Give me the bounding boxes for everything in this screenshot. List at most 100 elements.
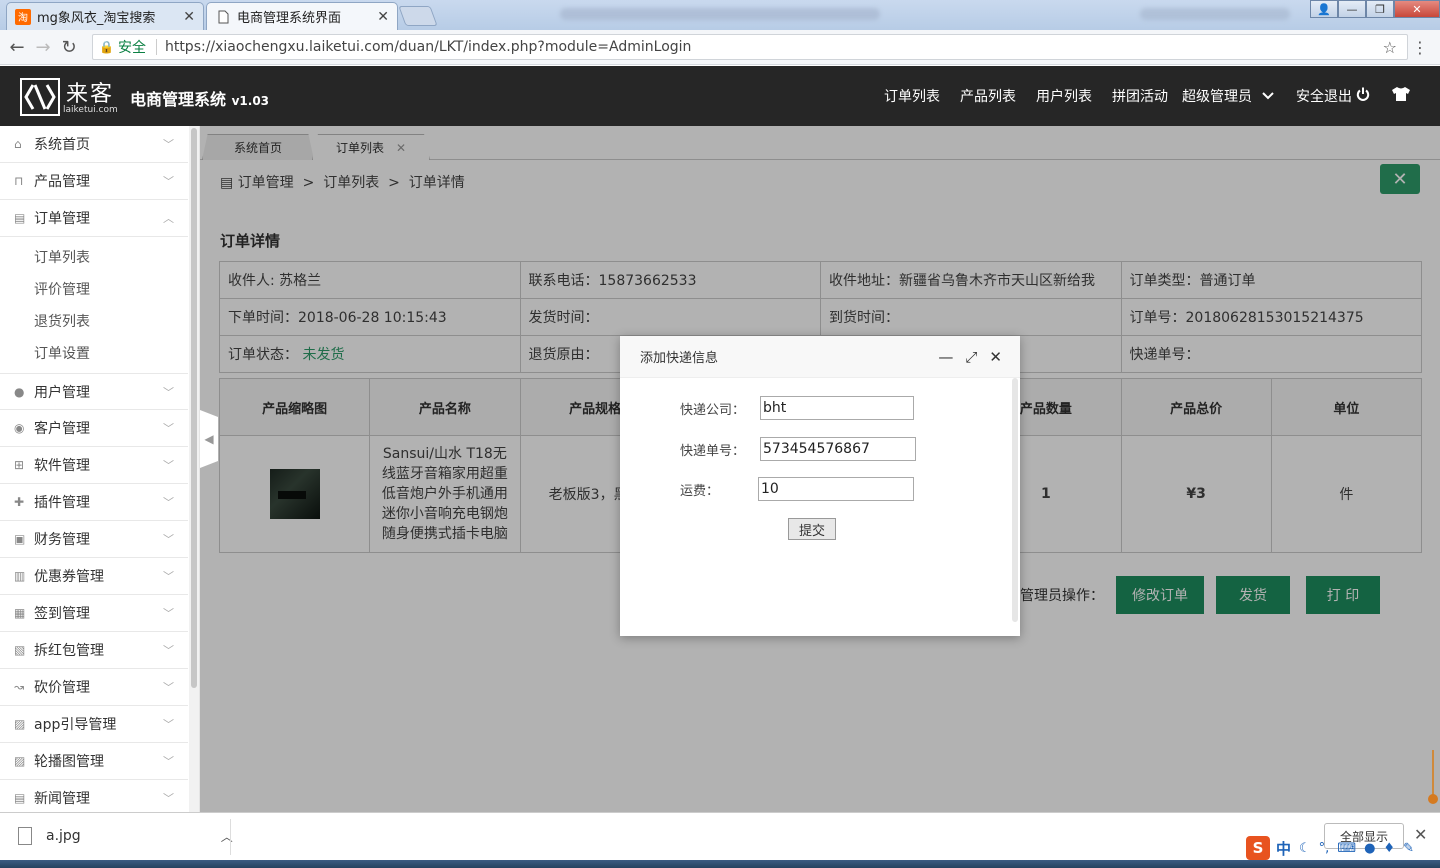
chevron-up-icon: ︿ (163, 212, 174, 225)
app-title-text: 电商管理系统 (130, 90, 227, 109)
sidebar-subitem-reviews[interactable]: 评价管理 (0, 273, 188, 305)
express-company-input[interactable]: bht (760, 396, 914, 420)
browser-tab-admin[interactable]: 电商管理系统界面 ✕ (206, 2, 398, 30)
wrench-icon[interactable]: ✎ (1403, 841, 1414, 856)
submit-button[interactable]: 提交 (788, 518, 836, 540)
sidebar-item-app-guide[interactable]: ▨ app引导管理 ﹀ (0, 706, 188, 743)
window-title-blur (1140, 8, 1290, 20)
close-icon[interactable]: ✕ (989, 348, 1002, 366)
freight-input[interactable]: 10 (758, 477, 914, 501)
nav-user-list[interactable]: 用户列表 (1036, 86, 1092, 106)
minimize-icon[interactable]: — (1338, 0, 1366, 18)
chevron-down-icon: ﹀ (163, 533, 174, 546)
ime-chinese-mode[interactable]: 中 (1276, 838, 1291, 859)
customer-icon: ◉ (14, 421, 25, 435)
ime-toolbar: S 中 ☾ °, ⌨ ● ♦ ✎ (1246, 835, 1436, 861)
close-tab-icon[interactable]: ✕ (377, 9, 389, 25)
close-window-icon[interactable]: ✕ (1394, 0, 1440, 18)
nav-logout[interactable]: 安全退出 (1296, 86, 1352, 106)
sidebar-item-redpacket[interactable]: ▧ 拆红包管理 ﹀ (0, 632, 188, 669)
sidebar-collapse-button[interactable]: ◀ (200, 410, 218, 468)
maximize-icon[interactable]: ❐ (1366, 0, 1394, 18)
lock-icon: 🔒 (99, 40, 114, 54)
sidebar-item-orders[interactable]: ▤ 订单管理 ︿ (0, 200, 188, 237)
nav-group-buy[interactable]: 拼团活动 (1112, 86, 1168, 106)
sidebar-subitem-order-settings[interactable]: 订单设置 (0, 337, 188, 369)
punctuation-icon[interactable]: °, (1319, 841, 1330, 856)
sidebar-item-customers[interactable]: ◉ 客户管理 ﹀ (0, 410, 188, 447)
field-row-company: 快递公司： bht (680, 396, 914, 420)
sidebar-subitem-returns[interactable]: 退货列表 (0, 305, 188, 337)
page-favicon-icon (215, 9, 231, 25)
chevron-down-icon: ﹀ (163, 607, 174, 620)
sidebar-item-plugins[interactable]: ✚ 插件管理 ﹀ (0, 484, 188, 521)
app-header: 来客 laiketui.com 电商管理系统 v1.03 订单列表 产品列表 用… (0, 66, 1440, 126)
sogou-icon[interactable]: S (1246, 836, 1270, 860)
shirt-icon[interactable] (1392, 87, 1410, 105)
chevron-down-icon: ﹀ (163, 755, 174, 768)
chevron-left-icon: ◀ (204, 432, 214, 446)
power-icon[interactable] (1356, 87, 1370, 105)
app-version: v1.03 (231, 94, 270, 108)
sidebar-item-carousel[interactable]: ▨ 轮播图管理 ﹀ (0, 743, 188, 780)
browser-tab-taobao[interactable]: 淘 mg象风衣_淘宝搜索 ✕ (6, 2, 204, 30)
address-bar-row: ← → ↻ 🔒 安全 https://xiaochengxu.laiketui.… (0, 30, 1440, 65)
sidebar-item-finance[interactable]: ▣ 财务管理 ﹀ (0, 521, 188, 558)
sidebar-item-label: 产品管理 (34, 174, 90, 190)
user-icon[interactable]: 👤 (1310, 0, 1338, 18)
sidebar-item-news[interactable]: ▤ 新闻管理 ﹀ (0, 780, 188, 812)
url-input[interactable]: 🔒 安全 https://xiaochengxu.laiketui.com/du… (92, 34, 1408, 60)
scrollbar-thumb[interactable] (191, 128, 197, 688)
finance-icon: ▣ (14, 532, 26, 546)
bargain-icon: ↝ (14, 680, 25, 694)
divider (155, 39, 157, 55)
nav-order-list[interactable]: 订单列表 (884, 86, 940, 106)
sidebar-item-users[interactable]: ● 用户管理 ﹀ (0, 373, 188, 410)
sidebar-item-coupons[interactable]: ▥ 优惠券管理 ﹀ (0, 558, 188, 595)
dialog-scrollbar[interactable] (1012, 378, 1018, 622)
sidebar-item-label: 用户管理 (34, 384, 90, 401)
forward-icon[interactable]: → (30, 37, 56, 58)
sidebar-item-home[interactable]: ⌂ 系统首页 ﹀ (0, 126, 188, 163)
sidebar-item-products[interactable]: ⊓ 产品管理 ﹀ (0, 163, 188, 200)
sidebar-item-signin[interactable]: ▦ 签到管理 ﹀ (0, 595, 188, 632)
maximize-icon[interactable]: ⤢ (965, 348, 977, 366)
user-icon[interactable]: ● (1364, 841, 1375, 856)
reload-icon[interactable]: ↻ (56, 37, 82, 58)
indicator-knob (1428, 794, 1438, 804)
sidebar-item-label: 财务管理 (34, 532, 90, 548)
add-express-dialog: 添加快递信息 — ⤢ ✕ 快递公司： bht 快递单号： 57345457686… (620, 336, 1020, 636)
close-tab-icon[interactable]: ✕ (183, 9, 195, 25)
sidebar-item-software[interactable]: ⊞ 软件管理 ﹀ (0, 447, 188, 484)
shirt-icon[interactable]: ♦ (1383, 841, 1395, 856)
field-label: 快递单号： (680, 443, 746, 459)
bookmark-star-icon[interactable]: ☆ (1383, 38, 1397, 57)
keyboard-icon[interactable]: ⌨ (1337, 841, 1356, 856)
nav-product-list[interactable]: 产品列表 (960, 86, 1016, 106)
new-tab-button[interactable] (398, 6, 438, 26)
sidebar-item-label: 砍价管理 (34, 680, 90, 696)
field-label: 快递公司： (680, 402, 746, 418)
chevron-down-icon[interactable] (1262, 88, 1274, 104)
grid-icon: ⊞ (14, 458, 25, 472)
sidebar-scrollbar[interactable] (189, 126, 199, 812)
sidebar-subitem-order-list[interactable]: 订单列表 (0, 241, 188, 273)
download-filename: a.jpg (46, 828, 81, 844)
nav-super-admin[interactable]: 超级管理员 (1182, 86, 1252, 106)
sidebar-item-label: 软件管理 (34, 458, 90, 474)
tracking-number-input[interactable]: 573454576867 (760, 437, 916, 461)
back-icon[interactable]: ← (4, 37, 30, 58)
os-taskbar (0, 860, 1440, 868)
chevron-down-icon: ﹀ (163, 718, 174, 731)
sidebar-item-bargain[interactable]: ↝ 砍价管理 ﹀ (0, 669, 188, 706)
sidebar-item-label: app引导管理 (34, 717, 117, 733)
moon-icon[interactable]: ☾ (1299, 841, 1311, 856)
app-title: 电商管理系统 v1.03 (130, 86, 269, 110)
taobao-favicon-icon: 淘 (15, 8, 31, 25)
sidebar-item-label: 插件管理 (34, 495, 90, 511)
news-icon: ▤ (14, 791, 26, 805)
browser-menu-icon[interactable]: ⋮ (1412, 38, 1428, 57)
top-nav: 订单列表 产品列表 用户列表 拼团活动 超级管理员 安全退出 (864, 86, 1410, 106)
download-item[interactable]: a.jpg ︿ (18, 827, 233, 845)
minimize-icon[interactable]: — (938, 348, 953, 366)
